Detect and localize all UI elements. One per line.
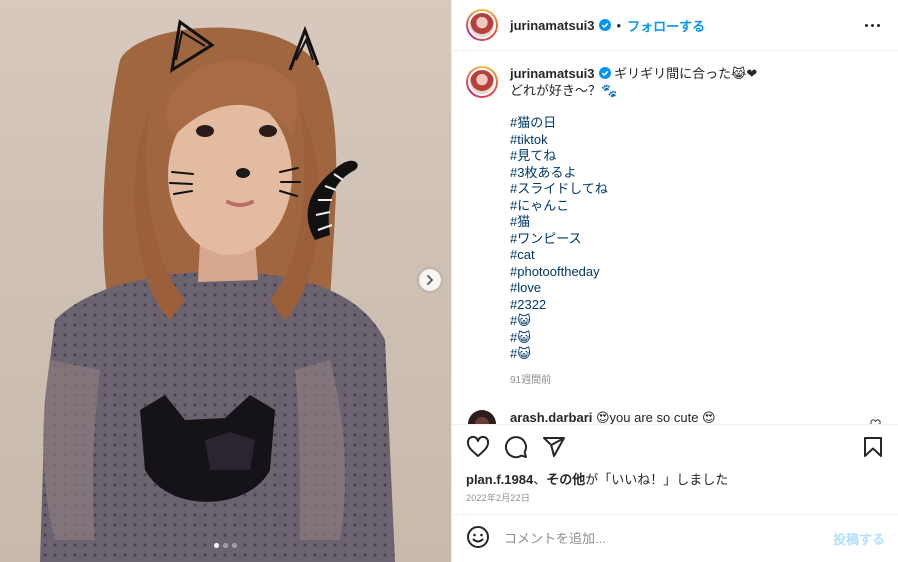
hashtag-link[interactable]: #tiktok <box>510 132 757 149</box>
carousel-next-button[interactable] <box>419 269 441 291</box>
hashtag-link[interactable]: #猫の日 <box>510 115 757 132</box>
hashtag-link[interactable]: #見てね <box>510 148 757 165</box>
author-avatar[interactable] <box>466 9 498 41</box>
hashtag-link[interactable]: #love <box>510 280 757 297</box>
more-options-icon[interactable] <box>861 20 884 31</box>
comment-bubble-icon[interactable] <box>504 435 528 462</box>
hashtag-link[interactable]: #😺 <box>510 313 757 330</box>
verified-badge-icon <box>598 67 611 79</box>
verified-badge-icon <box>598 19 611 31</box>
hashtag-link[interactable]: #cat <box>510 247 757 264</box>
caption-username[interactable]: jurinamatsui3 <box>510 66 595 81</box>
post-photo[interactable] <box>0 0 451 562</box>
like-heart-icon[interactable] <box>466 435 490 462</box>
likes-separator: 、 <box>533 472 547 487</box>
comments-section[interactable]: jurinamatsui3 ギリギリ間に合った😹❤ どれが好き〜？🐾 #猫の日 … <box>452 52 898 424</box>
carousel-dot <box>214 543 219 548</box>
hashtag-list: #猫の日 #tiktok #見てね #3枚あるよ #スライドしてね #にゃんこ … <box>510 115 757 363</box>
post-comment-button[interactable]: 投稿する <box>833 529 885 548</box>
caption-line-2: どれが好き〜？🐾 <box>510 82 618 98</box>
instagram-post-modal: jurinamatsui3 • フォローする jurinamatsui3 ギリギ… <box>0 0 898 562</box>
carousel-dot <box>232 543 237 548</box>
hashtag-link[interactable]: #ワンピース <box>510 231 757 248</box>
emoji-smiley-icon[interactable] <box>466 525 490 552</box>
hashtag-link[interactable]: #photooftheday <box>510 264 757 281</box>
post-header: jurinamatsui3 • フォローする <box>452 0 898 51</box>
caption-timestamp[interactable]: 91週間前 <box>510 373 757 390</box>
likes-suffix: が「いいね！」しました <box>585 472 729 487</box>
share-paper-plane-icon[interactable] <box>542 435 566 462</box>
hashtag-link[interactable]: #猫 <box>510 214 757 231</box>
hashtag-link[interactable]: #😺 <box>510 330 757 347</box>
likes-summary: plan.f.1984、その他が「いいね！」しました <box>466 471 885 489</box>
follow-button[interactable]: フォローする <box>627 16 705 35</box>
post-sidebar: jurinamatsui3 • フォローする jurinamatsui3 ギリギ… <box>451 0 898 562</box>
caption-line-1: ギリギリ間に合った😹❤ <box>614 66 758 81</box>
add-comment-bar: 投稿する <box>452 514 898 562</box>
comment-text: 😍you are so cute 😍 <box>596 410 716 424</box>
hashtag-link[interactable]: #😺 <box>510 346 757 363</box>
hashtag-link[interactable]: #スライドしてね <box>510 181 757 198</box>
hashtag-link[interactable]: #にゃんこ <box>510 198 757 215</box>
hashtag-link[interactable]: #2322 <box>510 297 757 314</box>
post-date[interactable]: 2022年2月22日 <box>466 491 885 504</box>
author-username[interactable]: jurinamatsui3 <box>510 18 595 33</box>
caption-author-avatar[interactable] <box>466 66 498 98</box>
hashtag-link[interactable]: #3枚あるよ <box>510 165 757 182</box>
post-actions: plan.f.1984、その他が「いいね！」しました 2022年2月22日 <box>452 424 898 504</box>
header-separator: • <box>616 17 622 33</box>
likes-user[interactable]: plan.f.1984 <box>466 472 533 487</box>
comment-input[interactable] <box>504 531 833 546</box>
likes-others-link[interactable]: その他 <box>546 472 585 487</box>
carousel-indicator <box>214 543 237 548</box>
commenter-username[interactable]: arash.darbari <box>510 410 592 424</box>
bookmark-save-icon[interactable] <box>861 435 885 462</box>
chevron-right-icon <box>427 275 434 285</box>
caption: jurinamatsui3 ギリギリ間に合った😹❤ どれが好き〜？🐾 #猫の日 … <box>466 66 885 389</box>
comment-item: arash.darbari 😍you are so cute 😍 <box>466 410 885 424</box>
photo-illustration <box>40 19 395 562</box>
carousel-dot <box>223 543 228 548</box>
commenter-avatar[interactable] <box>468 410 496 424</box>
